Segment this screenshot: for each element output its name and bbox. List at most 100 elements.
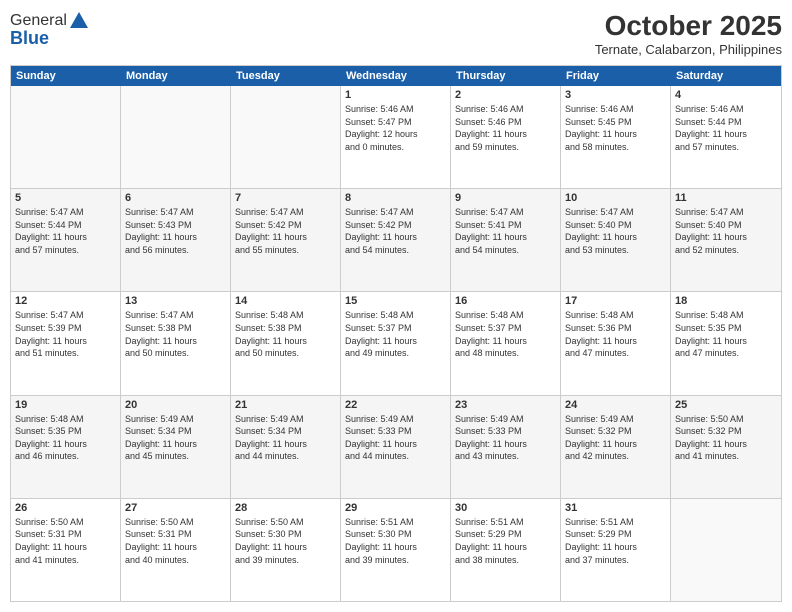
- calendar-cell: 2 Sunrise: 5:46 AM Sunset: 5:46 PM Daylig…: [451, 86, 561, 188]
- calendar-header: Sunday Monday Tuesday Wednesday Thursday…: [11, 66, 781, 86]
- cell-info: Sunrise: 5:46 AM Sunset: 5:46 PM Dayligh…: [455, 103, 556, 153]
- cell-info: Sunrise: 5:49 AM Sunset: 5:33 PM Dayligh…: [455, 413, 556, 463]
- cell-info: Sunrise: 5:47 AM Sunset: 5:40 PM Dayligh…: [675, 206, 777, 256]
- calendar-cell: 25 Sunrise: 5:50 AM Sunset: 5:32 PM Dayli…: [671, 396, 781, 498]
- calendar-cell: 30Sunrise: 5:51 AM Sunset: 5:29 PM Dayli…: [451, 499, 561, 601]
- calendar-cell: 11 Sunrise: 5:47 AM Sunset: 5:40 PM Dayli…: [671, 189, 781, 291]
- calendar-cell: 22 Sunrise: 5:49 AM Sunset: 5:33 PM Dayli…: [341, 396, 451, 498]
- month-title: October 2025: [595, 10, 782, 42]
- cell-info: Sunrise: 5:48 AM Sunset: 5:37 PM Dayligh…: [345, 309, 446, 359]
- cell-day-number: 17: [565, 295, 666, 307]
- calendar-cell: 12 Sunrise: 5:47 AM Sunset: 5:39 PM Dayli…: [11, 292, 121, 394]
- calendar-cell: 1 Sunrise: 5:46 AM Sunset: 5:47 PM Daylig…: [341, 86, 451, 188]
- calendar-row-0: 1 Sunrise: 5:46 AM Sunset: 5:47 PM Daylig…: [11, 86, 781, 189]
- cell-info: Sunrise: 5:49 AM Sunset: 5:32 PM Dayligh…: [565, 413, 666, 463]
- cell-info: Sunrise: 5:48 AM Sunset: 5:35 PM Dayligh…: [15, 413, 116, 463]
- header-thursday: Thursday: [451, 66, 561, 86]
- cell-day-number: 9: [455, 192, 556, 204]
- calendar-cell: 28Sunrise: 5:50 AM Sunset: 5:30 PM Dayli…: [231, 499, 341, 601]
- calendar-cell: 29 Sunrise: 5:51 AM Sunset: 5:30 PM Dayli…: [341, 499, 451, 601]
- calendar: Sunday Monday Tuesday Wednesday Thursday…: [10, 65, 782, 602]
- calendar-cell: 21Sunrise: 5:49 AM Sunset: 5:34 PM Dayli…: [231, 396, 341, 498]
- cell-day-number: 27: [125, 502, 226, 514]
- calendar-cell: 6 Sunrise: 5:47 AM Sunset: 5:43 PM Daylig…: [121, 189, 231, 291]
- calendar-cell: 5Sunrise: 5:47 AM Sunset: 5:44 PM Daylig…: [11, 189, 121, 291]
- cell-info: Sunrise: 5:50 AM Sunset: 5:30 PM Dayligh…: [235, 516, 336, 566]
- cell-info: Sunrise: 5:47 AM Sunset: 5:43 PM Dayligh…: [125, 206, 226, 256]
- cell-day-number: 7: [235, 192, 336, 204]
- cell-day-number: 11: [675, 192, 777, 204]
- cell-info: Sunrise: 5:47 AM Sunset: 5:39 PM Dayligh…: [15, 309, 116, 359]
- calendar-cell: [11, 86, 121, 188]
- calendar-cell: [121, 86, 231, 188]
- calendar-cell: 7 Sunrise: 5:47 AM Sunset: 5:42 PM Daylig…: [231, 189, 341, 291]
- cell-day-number: 31: [565, 502, 666, 514]
- calendar-body: 1 Sunrise: 5:46 AM Sunset: 5:47 PM Daylig…: [11, 86, 781, 601]
- calendar-cell: 23 Sunrise: 5:49 AM Sunset: 5:33 PM Dayli…: [451, 396, 561, 498]
- cell-day-number: 21: [235, 399, 336, 411]
- cell-info: Sunrise: 5:49 AM Sunset: 5:34 PM Dayligh…: [125, 413, 226, 463]
- cell-day-number: 10: [565, 192, 666, 204]
- cell-info: Sunrise: 5:47 AM Sunset: 5:40 PM Dayligh…: [565, 206, 666, 256]
- calendar-cell: 14 Sunrise: 5:48 AM Sunset: 5:38 PM Dayli…: [231, 292, 341, 394]
- cell-day-number: 3: [565, 89, 666, 101]
- cell-day-number: 26: [15, 502, 116, 514]
- cell-info: Sunrise: 5:51 AM Sunset: 5:30 PM Dayligh…: [345, 516, 446, 566]
- calendar-cell: 16 Sunrise: 5:48 AM Sunset: 5:37 PM Dayli…: [451, 292, 561, 394]
- page: General Blue October 2025 Ternate, Calab…: [0, 0, 792, 612]
- cell-day-number: 22: [345, 399, 446, 411]
- header-wednesday: Wednesday: [341, 66, 451, 86]
- calendar-cell: 20Sunrise: 5:49 AM Sunset: 5:34 PM Dayli…: [121, 396, 231, 498]
- calendar-cell: [231, 86, 341, 188]
- calendar-cell: 13Sunrise: 5:47 AM Sunset: 5:38 PM Dayli…: [121, 292, 231, 394]
- calendar-cell: 31 Sunrise: 5:51 AM Sunset: 5:29 PM Dayli…: [561, 499, 671, 601]
- cell-day-number: 1: [345, 89, 446, 101]
- cell-day-number: 6: [125, 192, 226, 204]
- header-sunday: Sunday: [11, 66, 121, 86]
- cell-day-number: 19: [15, 399, 116, 411]
- cell-info: Sunrise: 5:46 AM Sunset: 5:44 PM Dayligh…: [675, 103, 777, 153]
- cell-day-number: 29: [345, 502, 446, 514]
- cell-info: Sunrise: 5:50 AM Sunset: 5:31 PM Dayligh…: [125, 516, 226, 566]
- cell-info: Sunrise: 5:50 AM Sunset: 5:32 PM Dayligh…: [675, 413, 777, 463]
- calendar-cell: 19 Sunrise: 5:48 AM Sunset: 5:35 PM Dayli…: [11, 396, 121, 498]
- cell-info: Sunrise: 5:47 AM Sunset: 5:42 PM Dayligh…: [235, 206, 336, 256]
- cell-info: Sunrise: 5:47 AM Sunset: 5:38 PM Dayligh…: [125, 309, 226, 359]
- calendar-cell: 4Sunrise: 5:46 AM Sunset: 5:44 PM Daylig…: [671, 86, 781, 188]
- calendar-cell: 8 Sunrise: 5:47 AM Sunset: 5:42 PM Daylig…: [341, 189, 451, 291]
- location: Ternate, Calabarzon, Philippines: [595, 42, 782, 57]
- calendar-cell: [671, 499, 781, 601]
- header-monday: Monday: [121, 66, 231, 86]
- calendar-cell: 27 Sunrise: 5:50 AM Sunset: 5:31 PM Dayli…: [121, 499, 231, 601]
- cell-info: Sunrise: 5:48 AM Sunset: 5:37 PM Dayligh…: [455, 309, 556, 359]
- cell-info: Sunrise: 5:46 AM Sunset: 5:45 PM Dayligh…: [565, 103, 666, 153]
- cell-info: Sunrise: 5:46 AM Sunset: 5:47 PM Dayligh…: [345, 103, 446, 153]
- cell-info: Sunrise: 5:50 AM Sunset: 5:31 PM Dayligh…: [15, 516, 116, 566]
- calendar-cell: 18Sunrise: 5:48 AM Sunset: 5:35 PM Dayli…: [671, 292, 781, 394]
- cell-info: Sunrise: 5:47 AM Sunset: 5:41 PM Dayligh…: [455, 206, 556, 256]
- cell-day-number: 16: [455, 295, 556, 307]
- calendar-cell: 26 Sunrise: 5:50 AM Sunset: 5:31 PM Dayli…: [11, 499, 121, 601]
- cell-info: Sunrise: 5:51 AM Sunset: 5:29 PM Dayligh…: [565, 516, 666, 566]
- title-block: October 2025 Ternate, Calabarzon, Philip…: [595, 10, 782, 57]
- header-tuesday: Tuesday: [231, 66, 341, 86]
- cell-day-number: 25: [675, 399, 777, 411]
- cell-day-number: 23: [455, 399, 556, 411]
- cell-day-number: 12: [15, 295, 116, 307]
- cell-day-number: 8: [345, 192, 446, 204]
- calendar-row-1: 5Sunrise: 5:47 AM Sunset: 5:44 PM Daylig…: [11, 189, 781, 292]
- cell-info: Sunrise: 5:49 AM Sunset: 5:33 PM Dayligh…: [345, 413, 446, 463]
- calendar-cell: 24Sunrise: 5:49 AM Sunset: 5:32 PM Dayli…: [561, 396, 671, 498]
- calendar-row-3: 19 Sunrise: 5:48 AM Sunset: 5:35 PM Dayli…: [11, 396, 781, 499]
- cell-info: Sunrise: 5:48 AM Sunset: 5:38 PM Dayligh…: [235, 309, 336, 359]
- calendar-row-4: 26 Sunrise: 5:50 AM Sunset: 5:31 PM Dayli…: [11, 499, 781, 601]
- cell-day-number: 30: [455, 502, 556, 514]
- logo: General Blue: [10, 10, 91, 49]
- cell-day-number: 15: [345, 295, 446, 307]
- cell-info: Sunrise: 5:47 AM Sunset: 5:42 PM Dayligh…: [345, 206, 446, 256]
- cell-day-number: 2: [455, 89, 556, 101]
- calendar-cell: 15 Sunrise: 5:48 AM Sunset: 5:37 PM Dayli…: [341, 292, 451, 394]
- cell-info: Sunrise: 5:48 AM Sunset: 5:36 PM Dayligh…: [565, 309, 666, 359]
- header-friday: Friday: [561, 66, 671, 86]
- cell-day-number: 14: [235, 295, 336, 307]
